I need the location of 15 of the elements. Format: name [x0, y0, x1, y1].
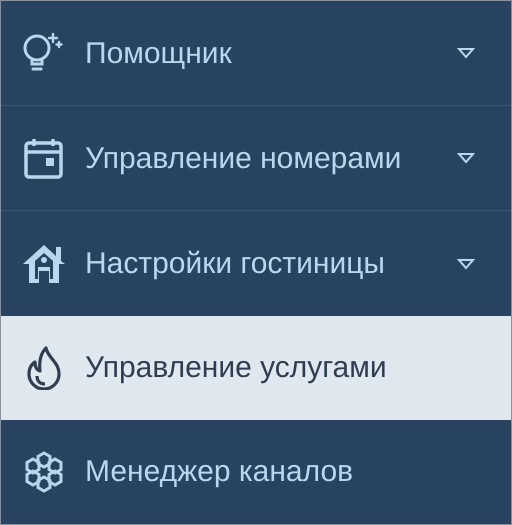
menu-item[interactable]: Помощник [1, 1, 511, 106]
flame-icon [26, 346, 62, 390]
menu-label: Управление услугами [85, 350, 388, 386]
menu-item[interactable]: Управление услугами [1, 316, 511, 420]
calendar-icon [23, 136, 65, 180]
caret-icon [457, 152, 475, 164]
menu-item[interactable]: Менеджер каналов [1, 420, 511, 524]
menu-label: Управление номерами [85, 140, 402, 177]
house-icon [22, 242, 66, 284]
menu-label: Помощник [85, 36, 233, 72]
caret-icon [457, 258, 475, 270]
caret-icon [457, 47, 475, 60]
menu-label: Менеджер каналов [85, 454, 354, 490]
menu-item[interactable]: Управление номерами [1, 105, 511, 210]
menu-label: Настройки гостиницы [85, 246, 386, 282]
